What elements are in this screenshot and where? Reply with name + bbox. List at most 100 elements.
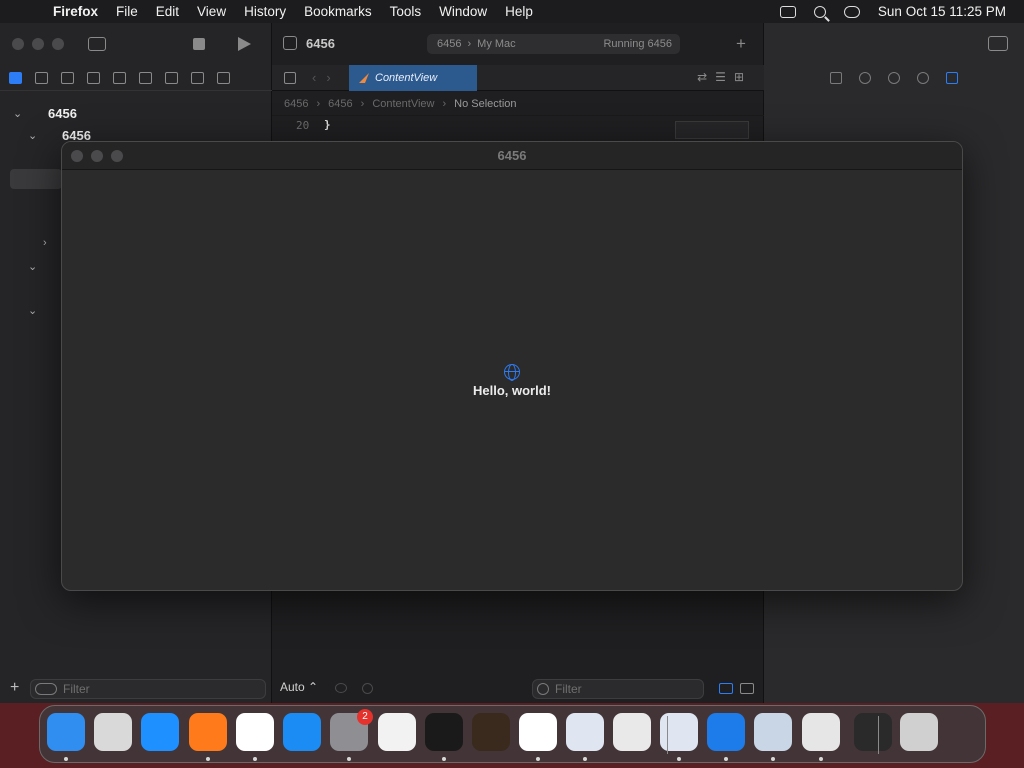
screen-mirroring-icon[interactable]	[779, 5, 796, 18]
app-title: 6456	[497, 148, 527, 163]
jumpbar-file[interactable]: ContentView	[372, 98, 434, 110]
zoom-button[interactable]	[52, 38, 64, 50]
minimize-button[interactable]	[32, 38, 44, 50]
chevron-down-icon[interactable]: ⌄	[28, 304, 37, 317]
menu-tools[interactable]: Tools	[381, 4, 431, 19]
preview-auto-select[interactable]: Auto ⌃	[280, 680, 318, 694]
menu-bookmarks[interactable]: Bookmarks	[295, 4, 381, 19]
running-indicator	[206, 757, 210, 761]
dock-app-store-icon[interactable]	[283, 713, 321, 751]
dock-finder-icon[interactable]	[47, 713, 85, 751]
tree-root[interactable]: 6456	[48, 106, 77, 121]
menubar-clock[interactable]: Sun Oct 15 11:25 PM	[878, 4, 1006, 19]
tab-contentview[interactable]: ContentView	[349, 65, 477, 91]
window-controls	[12, 38, 64, 50]
chevron-right-icon[interactable]: ›	[43, 237, 47, 249]
dock-virtualbox-icon[interactable]	[566, 713, 604, 751]
debug-icon[interactable]	[165, 71, 178, 84]
running-indicator	[771, 757, 775, 761]
dock-roblox-icon[interactable]	[613, 713, 651, 751]
file-inspector-icon[interactable]	[830, 72, 842, 84]
dock-visual-studio-code-icon[interactable]	[519, 713, 557, 751]
code-text[interactable]: }	[324, 118, 331, 131]
menu-history[interactable]: History	[235, 4, 295, 19]
dock-downloads-stack-icon[interactable]	[854, 713, 892, 751]
test-icon[interactable]	[139, 71, 152, 84]
navigator-tabs	[0, 65, 272, 91]
dock-terminal-icon[interactable]	[425, 713, 463, 751]
add-icon[interactable]: +	[10, 679, 19, 697]
info-icon	[362, 683, 373, 694]
run-status: Running 6456	[603, 38, 672, 50]
inspector-tabs	[764, 65, 1024, 91]
search-icon[interactable]	[813, 5, 826, 18]
menu-window[interactable]: Window	[430, 4, 496, 19]
dock-system-settings-icon[interactable]: 2	[330, 709, 373, 751]
sidebar-toggle-icon[interactable]	[88, 37, 106, 51]
navigator-filter[interactable]: Filter	[30, 679, 266, 699]
jumpbar-selection[interactable]: No Selection	[454, 98, 516, 110]
menu-view[interactable]: View	[188, 4, 235, 19]
inspector-toggle-icon[interactable]	[988, 36, 1008, 51]
editor-tab-strip: ‹› ContentView ⇄☰⊞	[272, 65, 764, 91]
right-panel-icon[interactable]	[740, 683, 754, 694]
chevron-right-icon: ›	[316, 97, 321, 110]
breakpoint-icon[interactable]	[191, 71, 204, 84]
jumpbar-project[interactable]: 6456	[284, 98, 308, 110]
history-icon[interactable]	[859, 72, 871, 84]
chevron-down-icon[interactable]: ⌄	[28, 260, 37, 273]
dock-firefox-icon[interactable]	[189, 713, 227, 751]
grid-icon[interactable]	[284, 72, 296, 84]
globe-icon	[504, 364, 520, 381]
chevron-down-icon[interactable]: ⌄	[13, 107, 22, 120]
dock-preview-icon[interactable]	[754, 713, 792, 751]
project-title[interactable]: 6456	[306, 36, 335, 51]
navigator-bottom-bar: + Filter	[0, 675, 272, 703]
line-number: 20	[296, 119, 310, 132]
dock-safari-icon[interactable]	[141, 713, 179, 751]
running-indicator	[583, 757, 587, 761]
running-indicator	[442, 757, 446, 761]
scheme-selector[interactable]: 6456 › My Mac Running 6456	[427, 34, 680, 54]
dock-trash-icon[interactable]	[900, 713, 938, 751]
nav-arrows[interactable]: ‹›	[312, 70, 341, 85]
dock-garageband-icon[interactable]	[472, 713, 510, 751]
dock-textedit-icon[interactable]	[378, 713, 416, 751]
menu-help[interactable]: Help	[496, 4, 542, 19]
find-icon[interactable]	[87, 71, 100, 84]
dock-xcode-icon[interactable]	[707, 713, 745, 751]
editor-filter[interactable]: Filter	[532, 679, 704, 699]
menu-edit[interactable]: Edit	[147, 4, 188, 19]
accessibility-icon[interactable]	[917, 72, 929, 84]
left-panel-icon[interactable]	[719, 683, 733, 694]
running-indicator	[253, 757, 257, 761]
attributes-icon[interactable]	[946, 72, 958, 84]
dock-separator	[878, 716, 879, 754]
report-icon[interactable]	[217, 71, 230, 84]
minimap[interactable]	[675, 121, 749, 139]
dock-virtualbox-vm-icon[interactable]	[660, 713, 698, 751]
source-control-icon[interactable]	[35, 71, 48, 84]
folder-icon[interactable]	[9, 71, 22, 84]
help-icon[interactable]	[888, 72, 900, 84]
jumpbar-folder[interactable]: 6456	[328, 98, 352, 110]
tree-selection[interactable]	[10, 169, 62, 189]
control-center-icon[interactable]	[843, 5, 860, 18]
chevron-down-icon[interactable]: ⌄	[28, 129, 37, 142]
dock-launchpad-icon[interactable]	[94, 713, 132, 751]
symbol-icon[interactable]	[61, 71, 74, 84]
close-button[interactable]	[12, 38, 24, 50]
menu-file[interactable]: File	[107, 4, 147, 19]
destination-name[interactable]: My Mac	[477, 38, 516, 50]
dock-blank-app-icon[interactable]	[802, 713, 840, 751]
eye-icon	[335, 683, 347, 693]
dock-chrome-icon[interactable]	[236, 713, 274, 751]
running-indicator	[347, 757, 351, 761]
run-icon[interactable]	[238, 37, 251, 51]
issue-icon[interactable]	[113, 71, 126, 84]
menu-firefox[interactable]: Firefox	[44, 4, 107, 19]
editor-options-icon[interactable]: ⇄☰⊞	[697, 70, 752, 84]
stop-icon[interactable]	[193, 38, 205, 50]
add-tab-button[interactable]: +	[736, 34, 746, 54]
scheme-name[interactable]: 6456	[437, 38, 461, 50]
